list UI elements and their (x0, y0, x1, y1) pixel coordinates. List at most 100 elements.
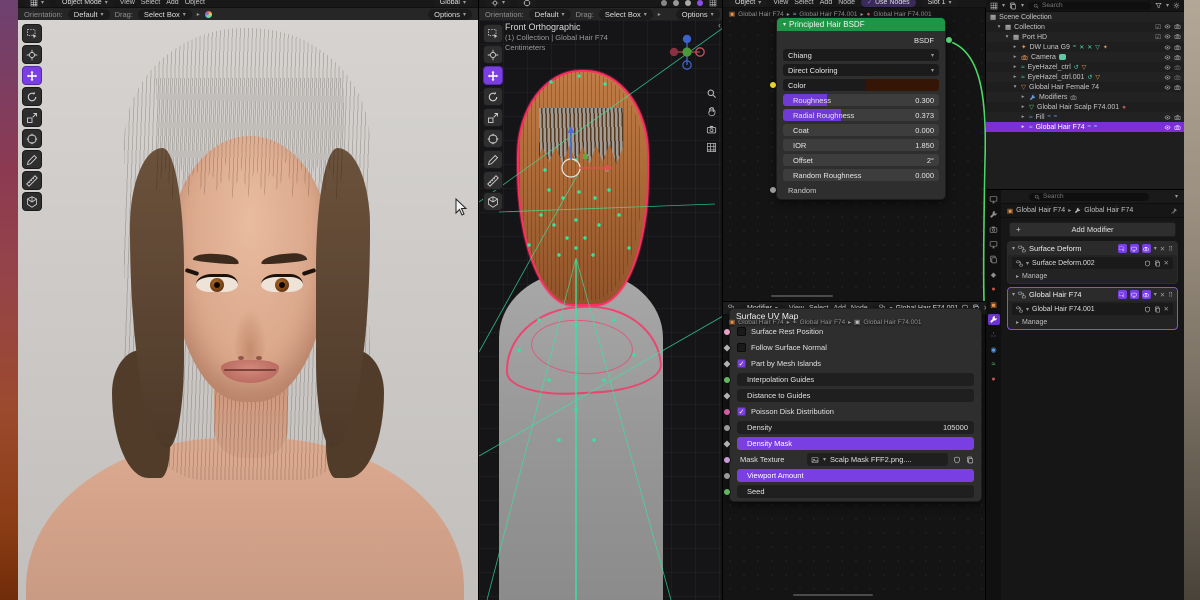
camera-visibility-icon[interactable] (1174, 44, 1181, 51)
roughness-slider[interactable]: Roughness 0.300 (783, 94, 939, 106)
node-header[interactable]: ▾ Principled Hair BSDF (777, 18, 945, 31)
menu-object[interactable]: Object (185, 0, 205, 6)
toggle-realtime[interactable] (1130, 290, 1139, 299)
orientation-select[interactable]: Default▾ (68, 9, 110, 20)
expand-icon[interactable]: ▸ (1012, 64, 1018, 70)
tool-add-cube[interactable] (483, 192, 503, 211)
node-group-selector[interactable]: ▾ Global Hair F74.001 ✕ (1012, 303, 1173, 315)
mask-texture-selector[interactable]: ▾ Scalp Mask FFF2.png.... (807, 453, 948, 466)
toggle-edit-mode[interactable] (1118, 244, 1127, 253)
row-global-hair-scalp[interactable]: ▸ ▽ Global Hair Scalp F74.001 ● (986, 102, 1184, 112)
expand-icon[interactable]: ▸ (1012, 74, 1018, 80)
tool-expand-arrow[interactable]: ▸ (658, 11, 661, 18)
transform-orientation-select[interactable]: Global▾ (434, 0, 472, 7)
toggle-realtime[interactable] (1130, 244, 1139, 253)
modifier-header[interactable]: ▾ Global Hair F74 ▾ ✕ ⠿ (1008, 288, 1177, 301)
outliner-search-input[interactable]: Search (1028, 2, 1151, 10)
row-global-hair-female-74[interactable]: ▾ ▽ Global Hair Female 74 (986, 82, 1184, 92)
sidebar-collapse-arrow[interactable]: ‹ (718, 20, 721, 30)
proportional-edit-button[interactable] (517, 0, 537, 8)
tab-scene[interactable]: ◆ (988, 269, 1000, 280)
editor-type-icon[interactable] (988, 194, 1000, 205)
add-modifier-button[interactable]: + Add Modifier (1009, 222, 1176, 237)
extras-dropdown[interactable]: ▾ (1154, 245, 1157, 252)
principled-hair-bsdf-node[interactable]: ▾ Principled Hair BSDF BSDF Chiang▾ Dire… (776, 17, 946, 200)
manage-row[interactable]: ▸Manage (1008, 271, 1177, 283)
color-input[interactable]: Color (783, 79, 939, 91)
tool-select-box[interactable] (483, 24, 503, 43)
camera-view-icon[interactable] (706, 124, 717, 135)
tool-scale[interactable] (22, 108, 42, 127)
random-roughness-slider[interactable]: Random Roughness 0.000 (783, 169, 939, 181)
expand-icon[interactable]: ▾ (996, 24, 1002, 30)
delete-modifier-icon[interactable]: ✕ (1160, 245, 1165, 253)
fake-user-shield-icon[interactable] (1144, 306, 1151, 313)
expand-icon[interactable]: ▸ (1020, 114, 1026, 120)
camera-visibility-icon[interactable] (1174, 54, 1181, 61)
surface-uv-map-node[interactable]: Surface UV Map Surface Rest Position Fol… (729, 308, 982, 502)
row-density[interactable]: Density 105000 (737, 421, 974, 434)
drag-select[interactable]: Select Box▾ (138, 9, 192, 20)
row-fill[interactable]: ▸ ≈ Fill ≈ ≈ (986, 112, 1184, 122)
toggle-render[interactable] (1142, 290, 1151, 299)
row-collection[interactable]: ▾ ▦ Collection ☑ (986, 22, 1184, 32)
eye-icon[interactable] (1164, 124, 1171, 131)
tool-move[interactable] (483, 66, 503, 85)
tool-rotate[interactable] (22, 87, 42, 106)
row-distance-to-guides[interactable]: Distance to Guides (737, 389, 974, 402)
pan-hand-icon[interactable] (706, 106, 717, 117)
exclude-checkbox[interactable]: ☑ (1155, 33, 1161, 41)
row-eyehazel-ctrl-001[interactable]: ▸ ≈ EyeHazel_ctrl.001 ↺ ▽ (986, 72, 1184, 82)
copies-icon[interactable] (1154, 260, 1161, 267)
pin-icon[interactable] (1170, 207, 1178, 215)
shading-solid-icon[interactable] (673, 0, 679, 6)
checkbox-off[interactable] (737, 343, 746, 352)
tool-scale[interactable] (483, 108, 503, 127)
tab-object[interactable]: ▣ (988, 299, 1000, 310)
menu-node[interactable]: Node (838, 0, 855, 6)
tool-annotate[interactable] (483, 150, 503, 169)
eye-icon[interactable] (1164, 74, 1171, 81)
row-camera[interactable]: ▸ Camera (986, 52, 1184, 62)
properties-search-input[interactable]: Search (1029, 193, 1149, 201)
node-group-selector[interactable]: ▾ Surface Deform.002 ✕ (1012, 257, 1173, 269)
collapse-icon[interactable]: ▾ (1012, 291, 1015, 298)
unlink-icon[interactable]: ✕ (983, 304, 986, 312)
radial-roughness-slider[interactable]: Radial Roughness 0.373 (783, 109, 939, 121)
expand-icon[interactable]: ▸ (1020, 124, 1026, 130)
parametrization-select[interactable]: Direct Coloring▾ (783, 64, 939, 76)
shading-material-icon[interactable] (685, 0, 691, 6)
row-eyehazel-ctrl[interactable]: ▸ ≈ EyeHazel_ctrl ↺ ▽ (986, 62, 1184, 72)
row-seed[interactable]: Seed (737, 485, 974, 498)
copies-icon[interactable] (1154, 306, 1161, 313)
output-bsdf[interactable]: BSDF (783, 34, 939, 46)
tool-rotate[interactable] (483, 87, 503, 106)
camera-visibility-icon[interactable] (1174, 74, 1181, 81)
expand-icon[interactable]: ▸ (1012, 44, 1018, 50)
modifier-header[interactable]: ▾ Surface Deform ▾ ✕ ⠿ (1008, 242, 1177, 255)
horizontal-scrollbar[interactable] (793, 594, 873, 596)
eye-icon[interactable] (1164, 114, 1171, 121)
extras-dropdown[interactable]: ▾ (1154, 291, 1157, 298)
options-button[interactable]: Options▾ (676, 9, 720, 20)
expand-icon[interactable]: ▸ (1020, 94, 1026, 100)
fake-user-shield-icon[interactable] (953, 456, 961, 464)
eye-icon[interactable] (1164, 23, 1171, 30)
editor-type-button[interactable]: ▾ (24, 0, 50, 8)
row-mask-texture[interactable]: Mask Texture ▾ Scalp Mask FFF2.png.... (737, 453, 974, 466)
menu-add[interactable]: Add (166, 0, 178, 6)
menu-select[interactable]: Select (141, 0, 160, 6)
camera-visibility-icon[interactable] (1174, 114, 1181, 121)
tab-tool[interactable] (988, 209, 1000, 220)
expand-icon[interactable]: ▾ (1012, 84, 1018, 90)
camera-visibility-icon[interactable] (1174, 124, 1181, 131)
shader-type-select[interactable]: Object▾ (729, 0, 767, 7)
unlink-icon[interactable]: ✕ (1164, 259, 1169, 267)
collapse-icon[interactable]: ▾ (783, 21, 786, 28)
shading-wireframe-icon[interactable] (661, 0, 667, 6)
tab-material[interactable]: ● (988, 374, 1000, 385)
options-button[interactable]: Options▾ (428, 9, 472, 20)
use-nodes-toggle[interactable]: ✓Use Nodes (861, 0, 916, 7)
tab-render[interactable] (988, 224, 1000, 235)
checkbox-on[interactable]: ✓ (737, 359, 746, 368)
